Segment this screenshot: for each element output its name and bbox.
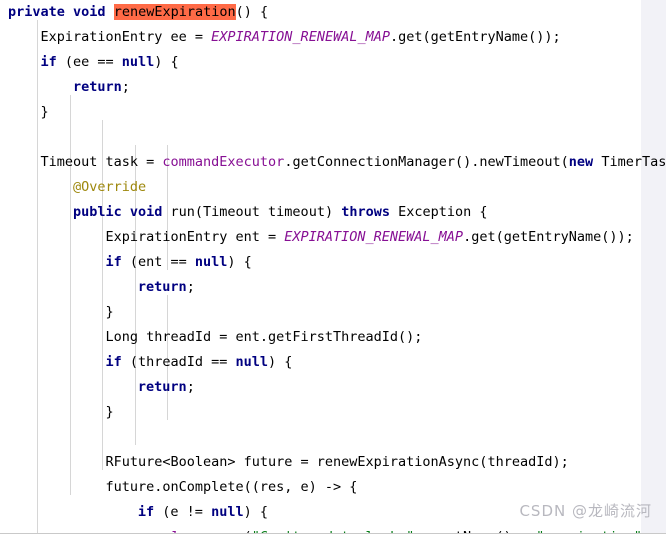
code-line[interactable]: Long threadId = ent.getFirstThreadId();	[0, 325, 666, 350]
code-token-plain: ;	[186, 279, 195, 295]
code-token-static: EXPIRATION_RENEWAL_MAP	[284, 229, 464, 245]
code-line[interactable]: public void run(Timeout timeout) throws …	[0, 200, 666, 225]
code-token-plain: Exception {	[389, 204, 488, 220]
code-token-field: commandExecutor	[162, 154, 285, 170]
code-token-plain: ) {	[227, 254, 252, 270]
code-token-plain: ) {	[154, 54, 179, 70]
code-token-plain: }	[40, 104, 49, 120]
code-token-kw: null	[211, 504, 244, 520]
code-token-hl[interactable]: renewExpiration	[113, 4, 236, 20]
code-token-kw: new	[568, 154, 594, 170]
code-token-plain: + getName() +	[414, 529, 536, 533]
code-token-plain: (ent ==	[121, 254, 195, 270]
code-token-kw: public	[72, 204, 122, 220]
code-line[interactable]: return;	[0, 75, 666, 100]
code-token-kw: if	[105, 354, 122, 370]
code-token-static: EXPIRATION_RENEWAL_MAP	[211, 29, 390, 45]
code-editor[interactable]: private void renewExpiration() {Expirati…	[0, 0, 666, 534]
code-token-str: " expiration"	[536, 529, 642, 533]
code-token-kw: private	[8, 4, 65, 20]
code-token-plain: Long threadId = ent.getFirstThreadId();	[105, 329, 423, 345]
code-token-plain: Timeout task =	[40, 154, 163, 170]
code-token-plain: ) {	[268, 354, 293, 370]
code-token-plain: TimerTask() {	[601, 154, 666, 170]
code-token-plain: .error(	[195, 529, 252, 533]
code-token-static: log	[170, 529, 194, 533]
code-token-anno: @Override	[72, 179, 147, 195]
code-line[interactable]: if (ent == null) {	[0, 250, 666, 275]
code-line[interactable]: if (ee == null) {	[0, 50, 666, 75]
code-token-plain: () {	[235, 4, 269, 20]
code-token-plain: (ee ==	[56, 54, 122, 70]
code-token-kw: return	[72, 79, 122, 95]
code-token-kw: if	[137, 504, 155, 520]
code-line[interactable]: }	[0, 100, 666, 125]
code-line[interactable]	[0, 425, 666, 450]
code-token-kw: return	[137, 279, 187, 295]
code-token-plain: future.onComplete((res, e) -> {	[105, 479, 358, 495]
code-token-plain: .getConnectionManager().newTimeout(	[284, 154, 569, 170]
code-token-kw: null	[235, 354, 269, 370]
code-token-plain: , e);	[642, 529, 666, 533]
code-token-kw: null	[194, 254, 228, 270]
code-line[interactable]: future.onComplete((res, e) -> {	[0, 475, 666, 500]
code-token-plain: }	[105, 404, 114, 420]
code-line[interactable]: ExpirationEntry ee = EXPIRATION_RENEWAL_…	[0, 25, 666, 50]
code-line[interactable]: return;	[0, 275, 666, 300]
code-token-plain: run(Timeout timeout)	[162, 204, 342, 220]
code-token-plain: ExpirationEntry ee =	[40, 29, 212, 45]
code-line[interactable]: return;	[0, 375, 666, 400]
code-line[interactable]: log.error("Can't update lock " + getName…	[0, 525, 666, 533]
code-line[interactable]	[0, 125, 666, 150]
code-token-str: "Can't update lock "	[252, 529, 415, 533]
code-token-kw: if	[40, 54, 57, 70]
code-token-plain: (e !=	[154, 504, 212, 520]
code-token-plain: (threadId ==	[121, 354, 236, 370]
code-token-kw: throws	[341, 204, 390, 220]
code-token-plain: }	[105, 304, 114, 320]
code-token-plain: RFuture<Boolean> future = renewExpiratio…	[105, 454, 569, 470]
code-token-kw: if	[105, 254, 122, 270]
code-line[interactable]: private void renewExpiration() {	[0, 0, 666, 25]
code-content[interactable]: private void renewExpiration() {Expirati…	[0, 0, 666, 533]
code-token-plain: ;	[121, 79, 130, 95]
code-line[interactable]: Timeout task = commandExecutor.getConnec…	[0, 150, 666, 175]
code-line[interactable]: @Override	[0, 175, 666, 200]
code-token-plain: ExpirationEntry ent =	[105, 229, 285, 245]
code-token-kw: return	[137, 379, 187, 395]
code-line[interactable]: ExpirationEntry ent = EXPIRATION_RENEWAL…	[0, 225, 666, 250]
code-line[interactable]: RFuture<Boolean> future = renewExpiratio…	[0, 450, 666, 475]
code-line[interactable]: if (threadId == null) {	[0, 350, 666, 375]
code-token-kw: void	[73, 4, 106, 20]
code-token-kw: null	[121, 54, 155, 70]
csdn-watermark: CSDN @龙崎流河	[519, 502, 652, 520]
code-token-plain: ) {	[243, 504, 268, 520]
code-token-plain: .get(getEntryName());	[389, 29, 561, 45]
code-line[interactable]: }	[0, 400, 666, 425]
code-token-kw: void	[129, 204, 163, 220]
code-token-plain: .get(getEntryName());	[463, 229, 634, 245]
code-token-plain: ;	[186, 379, 195, 395]
code-line[interactable]: }	[0, 300, 666, 325]
